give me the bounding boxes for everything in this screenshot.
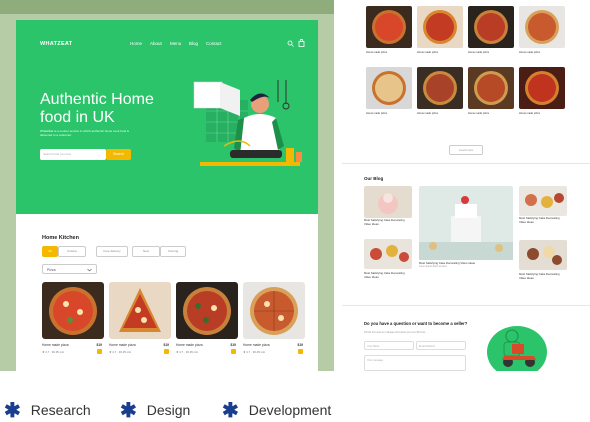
add-to-cart-button[interactable] <box>164 349 169 354</box>
product-name: Home made pizza <box>42 343 69 347</box>
asterisk-icon: ✱ <box>222 400 239 422</box>
nav-contact[interactable]: Contact <box>206 41 222 46</box>
search-placeholder: Search food you love <box>43 152 72 156</box>
asterisk-icon: ✱ <box>4 400 21 422</box>
asterisk-icon: ✱ <box>120 400 137 422</box>
footer-tag-label: Design <box>146 402 191 418</box>
kitchen-title: Home Kitchen <box>42 235 79 241</box>
blog-caption[interactable]: Most Satisfying Cake Decorating Video Id… <box>519 272 567 280</box>
message-field[interactable]: Your message <box>364 355 466 371</box>
blog-image <box>519 240 567 270</box>
blog-title: Our Blog <box>364 176 384 181</box>
product-price: $19 <box>297 343 303 347</box>
product-price: $19 <box>230 343 236 347</box>
footer-tag-research: ✱ Research <box>4 396 91 422</box>
delivery-illustration <box>487 326 547 371</box>
chef-illustration <box>193 80 302 166</box>
product-name: Home made pizza <box>243 343 270 347</box>
tab-new[interactable]: New <box>132 246 160 257</box>
tab-cuisine[interactable]: Cuisine <box>58 246 86 257</box>
email-field[interactable]: Email Address <box>416 341 466 350</box>
product-card[interactable]: Home made pizza $19 ★ 4.7 · 30-35 min <box>42 282 104 371</box>
tab-coming[interactable]: Coming <box>160 246 186 257</box>
footer-tag-label: Research <box>30 402 91 418</box>
product-name: Home made pizza <box>176 343 203 347</box>
footer-tag-design: ✱ Design <box>120 396 191 422</box>
name-field[interactable]: Your Name <box>364 341 414 350</box>
contact-subtitle: Fill this form and our manager will cont… <box>364 332 426 334</box>
homepage-screenshot: WHATZEAT Home About Menu Blog Contact Au… <box>16 20 318 371</box>
product-name: Home made pizza <box>417 112 438 115</box>
product-grid-images <box>366 6 565 109</box>
load-more-button[interactable]: Load more <box>449 145 483 155</box>
product-rating: 4.7 <box>179 350 184 354</box>
category-select[interactable]: Pizza <box>42 264 97 274</box>
product-rating: 4.7 <box>45 350 50 354</box>
product-time: 30-35 min <box>51 350 65 354</box>
add-to-cart-button[interactable] <box>298 349 303 354</box>
pizza-image <box>176 282 238 339</box>
hero-section: WHATZEAT Home About Menu Blog Contact Au… <box>16 20 318 214</box>
food-search-input[interactable]: Search food you love <box>40 149 106 160</box>
footer-tag-label: Development <box>248 402 332 418</box>
product-name: Home made pizza <box>366 51 387 54</box>
product-name: Home made pizza <box>366 112 387 115</box>
product-price: $19 <box>96 343 102 347</box>
blog-caption[interactable]: Most Satisfying Cake Decorating Video Id… <box>364 271 412 279</box>
nav-about[interactable]: About <box>150 41 162 46</box>
product-name: Home made pizza <box>468 112 489 115</box>
search-icon[interactable] <box>287 40 294 47</box>
blog-caption[interactable]: Most Satisfying Cake Decorating Video Id… <box>364 218 412 226</box>
product-card[interactable]: Home made pizza $19 ★ 4.7 · 30-35 min <box>109 282 171 371</box>
add-to-cart-button[interactable] <box>231 349 236 354</box>
product-time: 30-35 min <box>252 350 266 354</box>
contact-title: Do you have a question or want to become… <box>364 321 468 326</box>
product-name: Home made pizza <box>468 51 489 54</box>
brand-logo[interactable]: WHATZEAT <box>40 41 72 47</box>
product-price: $19 <box>163 343 169 347</box>
product-name: Home made pizza <box>109 343 136 347</box>
product-time: 30-35 min <box>118 350 132 354</box>
add-to-cart-button[interactable] <box>97 349 102 354</box>
nav-blog[interactable]: Blog <box>189 41 198 46</box>
product-name: Home made pizza <box>417 51 438 54</box>
product-name: Home made pizza <box>519 51 540 54</box>
search-button[interactable]: Search <box>106 149 131 160</box>
section-divider <box>342 163 590 164</box>
left-panel-top-strip <box>0 0 334 14</box>
nav-home[interactable]: Home <box>130 41 142 46</box>
blog-featured-image <box>419 186 513 260</box>
hero-title: Authentic Home food in UK <box>40 91 154 126</box>
product-rating: 4.7 <box>112 350 117 354</box>
blog-caption[interactable]: Most Satisfying Cake Decorating Video Id… <box>519 216 567 224</box>
product-time: 30-35 min <box>185 350 199 354</box>
blog-image <box>364 239 412 269</box>
product-rating: 4.7 <box>246 350 251 354</box>
product-name: Home made pizza <box>519 112 540 115</box>
cart-icon[interactable] <box>298 39 305 47</box>
category-select-value: Pizza <box>47 268 56 272</box>
chevron-down-icon <box>87 268 92 272</box>
tab-all[interactable]: All <box>42 246 58 257</box>
pizza-image <box>42 282 104 339</box>
product-card[interactable]: Home made pizza $19 ★ 4.7 · 30-35 min <box>176 282 238 371</box>
blog-featured-sub: Lorem ipsum dolor sit amet <box>419 266 447 268</box>
tab-free-delivery[interactable]: Free delivery <box>96 246 128 257</box>
footer-tag-development: ✱ Development <box>222 396 332 422</box>
hero-description: WhatZEat is a courier service in which a… <box>40 129 130 137</box>
blog-image <box>364 186 412 218</box>
nav-menu[interactable]: Menu <box>170 41 181 46</box>
pizza-image <box>109 282 171 339</box>
section-divider <box>342 305 590 306</box>
pizza-image <box>243 282 305 339</box>
blog-image <box>519 186 567 216</box>
product-card[interactable]: Home made pizza $19 ★ 4.7 · 30-35 min <box>243 282 305 371</box>
